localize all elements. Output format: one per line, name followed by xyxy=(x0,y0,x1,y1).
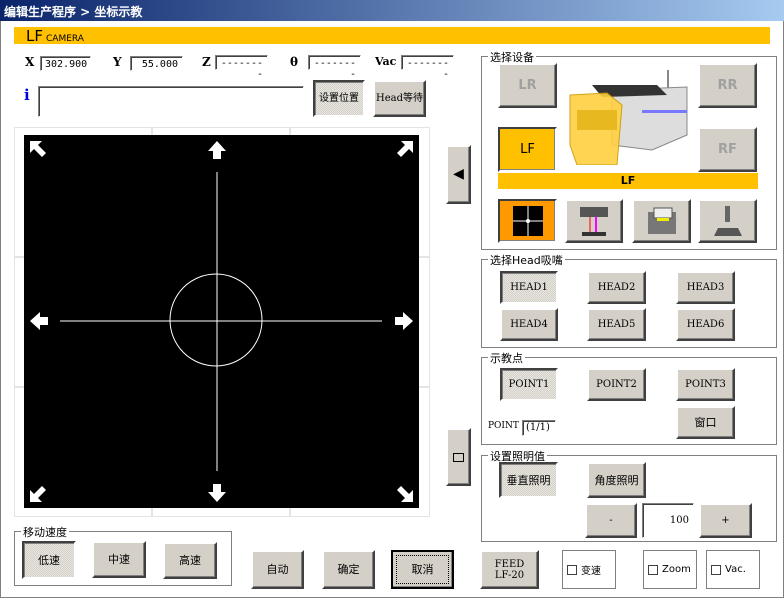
point-label: POINT xyxy=(488,421,519,431)
z-field: -------- xyxy=(215,55,268,80)
low-speed-button[interactable]: 低速 xyxy=(22,541,76,579)
x-label: X xyxy=(25,55,35,69)
head4-button[interactable]: HEAD4 xyxy=(500,308,558,341)
head5-button[interactable]: HEAD5 xyxy=(587,308,646,341)
window-button[interactable]: 窗口 xyxy=(676,406,735,439)
vac-check-label: Vac. xyxy=(725,564,746,575)
vac-field: -------- xyxy=(401,55,454,80)
device-rf-button[interactable]: RF xyxy=(698,127,757,172)
high-speed-button[interactable]: 高速 xyxy=(163,542,217,579)
head-height-button[interactable] xyxy=(565,199,623,243)
camera-view[interactable] xyxy=(24,135,419,508)
light-value-input[interactable]: 100 xyxy=(642,503,694,538)
head1-button[interactable]: HEAD1 xyxy=(500,271,558,304)
feeder-button[interactable] xyxy=(632,199,691,243)
machine-image xyxy=(569,70,688,165)
x-field: 302.900 xyxy=(40,56,91,71)
confirm-button[interactable]: 确定 xyxy=(322,550,375,589)
head3-button[interactable]: HEAD3 xyxy=(676,271,735,304)
info-icon: i xyxy=(24,86,30,104)
theta-label: θ xyxy=(290,55,299,69)
light-increase-button[interactable]: + xyxy=(699,503,752,538)
feed-button[interactable]: FEED LF-20 xyxy=(480,550,539,589)
vac-checkbox[interactable]: Vac. xyxy=(706,550,760,589)
point1-button[interactable]: POINT1 xyxy=(500,368,558,401)
head-height-icon xyxy=(580,207,608,236)
selected-device-bar: LF xyxy=(498,173,758,189)
camera-bar-head: LF xyxy=(26,27,43,45)
title-bar: 编辑生产程序 > 坐标示教 xyxy=(0,0,784,21)
checkbox-icon xyxy=(711,564,721,575)
device-lr-button[interactable]: LR xyxy=(498,63,557,108)
camera-bar-label: CAMERA xyxy=(46,34,84,44)
zoom-label: Zoom xyxy=(662,564,691,575)
mid-speed-button[interactable]: 中速 xyxy=(92,541,146,578)
speed-change-checkbox[interactable]: 变速 xyxy=(562,550,616,589)
resize-icon xyxy=(453,452,464,462)
head-wait-button[interactable]: Head等待 xyxy=(373,80,426,117)
speed-group-title: 移动速度 xyxy=(21,524,69,540)
cancel-button[interactable]: 取消 xyxy=(391,550,454,589)
y-field: 55.000 xyxy=(130,56,183,71)
teach-point-group-title: 示教点 xyxy=(488,350,525,366)
crosshair-grid-icon xyxy=(512,206,543,236)
y-label: Y xyxy=(113,55,122,69)
info-box xyxy=(38,86,304,117)
theta-field: -------- xyxy=(308,55,361,80)
vac-label: Vac xyxy=(375,55,397,68)
light-decrease-button[interactable]: - xyxy=(585,503,637,538)
set-position-button[interactable]: 设置位置 xyxy=(313,80,365,117)
head6-button[interactable]: HEAD6 xyxy=(676,308,735,341)
resize-button[interactable] xyxy=(446,428,471,486)
chevron-left-icon: ◀ xyxy=(453,166,464,182)
nozzle-button[interactable] xyxy=(698,199,757,243)
nozzle-icon xyxy=(713,206,742,236)
device-rr-button[interactable]: RR xyxy=(698,63,757,108)
collapse-left-button[interactable]: ◀ xyxy=(446,145,471,204)
point3-button[interactable]: POINT3 xyxy=(676,368,735,401)
z-label: Z xyxy=(202,55,211,69)
vertical-light-button[interactable]: 垂直照明 xyxy=(499,462,558,498)
camera-bar: LF CAMERA xyxy=(14,27,770,45)
angle-light-button[interactable]: 角度照明 xyxy=(587,462,646,498)
auto-button[interactable]: 自动 xyxy=(251,550,304,589)
point-counter: (1/1) xyxy=(522,420,556,436)
speed-change-label: 变速 xyxy=(581,566,601,577)
point2-button[interactable]: POINT2 xyxy=(587,368,646,401)
device-lf-button[interactable]: LF xyxy=(498,127,557,172)
zoom-checkbox[interactable]: Zoom xyxy=(643,550,697,589)
head2-button[interactable]: HEAD2 xyxy=(587,271,646,304)
checkbox-icon xyxy=(648,564,658,575)
head-group-title: 选择Head吸嘴 xyxy=(488,252,565,268)
checkbox-icon xyxy=(567,564,577,575)
feeder-icon xyxy=(647,207,676,234)
camera-view-button[interactable] xyxy=(498,199,557,243)
